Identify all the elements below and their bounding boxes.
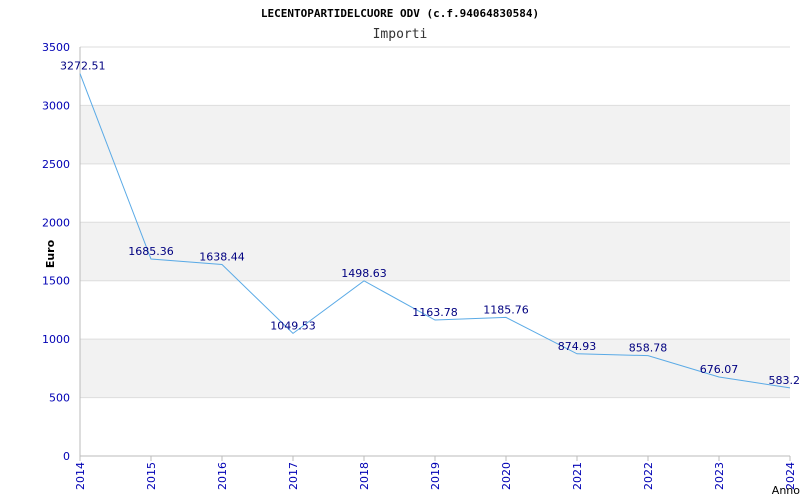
x-tick-label: 2020 [500, 462, 513, 490]
x-tick-label: 2018 [358, 462, 371, 490]
plot-band [80, 339, 790, 398]
y-tick-label: 3500 [42, 41, 70, 54]
x-tick-label: 2022 [642, 462, 655, 490]
data-label: 583.2 [769, 374, 800, 387]
x-tick-label: 2021 [571, 462, 584, 490]
y-tick-label: 0 [63, 450, 70, 463]
data-label: 1049.53 [270, 319, 316, 332]
data-label: 1185.76 [483, 303, 529, 316]
x-tick-label: 2015 [145, 462, 158, 490]
plot-bands [80, 105, 790, 398]
y-tick-label: 2500 [42, 158, 70, 171]
y-tick-label: 2000 [42, 216, 70, 229]
line-chart: 0500100015002000250030003500 2014 2015 201… [42, 7, 800, 497]
data-label: 858.78 [629, 342, 668, 355]
x-tick-label: 2023 [713, 462, 726, 490]
data-label: 1638.44 [199, 251, 245, 264]
plot-band [80, 222, 790, 281]
data-label: 1163.78 [412, 306, 458, 319]
x-tick-label: 2019 [429, 462, 442, 490]
x-ticks: 2014 2015 2016 2017 2018 2019 2020 2021 2022 2023… [74, 456, 797, 490]
x-tick-label: 2017 [287, 462, 300, 490]
y-tick-label: 500 [49, 392, 70, 405]
x-tick-label: 2014 [74, 462, 87, 490]
x-tick-label: 2016 [216, 462, 229, 490]
data-label: 3272.51 [60, 60, 106, 73]
chart-title: LECENTOPARTIDELCUORE ODV (c.f.9406483058… [261, 7, 539, 20]
x-axis-label: Anno [772, 484, 800, 497]
data-label: 676.07 [700, 363, 739, 376]
data-label: 1498.63 [341, 267, 387, 280]
y-axis-label: Euro [44, 239, 57, 268]
y-tick-label: 3000 [42, 99, 70, 112]
y-tick-label: 1000 [42, 333, 70, 346]
y-tick-label: 1500 [42, 275, 70, 288]
chart-subtitle: Importi [373, 27, 428, 42]
data-label: 1685.36 [128, 245, 174, 258]
plot-band [80, 105, 790, 164]
data-label: 874.93 [558, 340, 597, 353]
